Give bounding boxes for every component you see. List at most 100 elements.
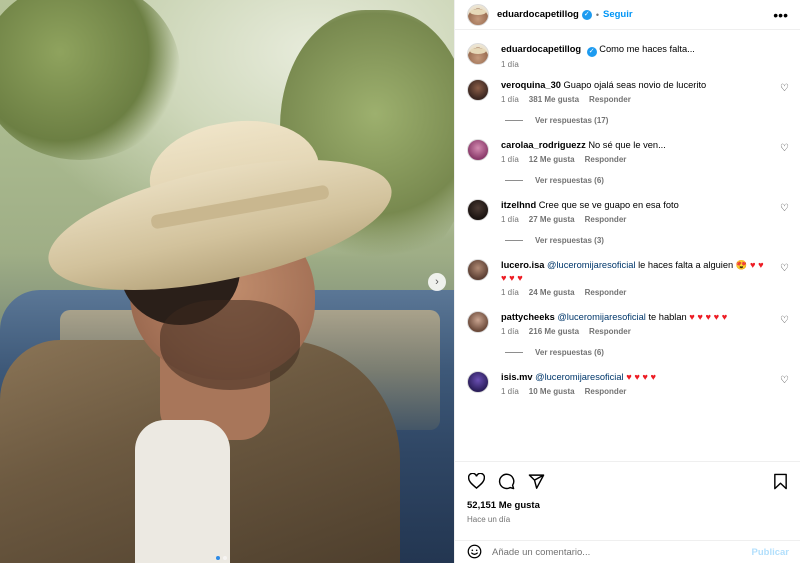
like-heart-icon[interactable] <box>467 472 485 490</box>
comment-time: 1 día <box>501 387 519 396</box>
comment-mention[interactable]: @luceromijaresoficial <box>535 372 624 382</box>
verified-badge-icon: ✓ <box>586 47 597 57</box>
replies-divider <box>505 120 523 121</box>
photo-shirt <box>135 420 230 563</box>
commenter-avatar[interactable] <box>467 79 489 101</box>
likes-count[interactable]: 52,151 Me gusta <box>467 500 789 511</box>
heart-outline-icon[interactable]: ♡ <box>780 263 789 274</box>
author-avatar[interactable] <box>467 3 489 26</box>
commenter-avatar[interactable] <box>467 371 489 393</box>
heart-outline-icon[interactable]: ♡ <box>780 375 789 386</box>
post-photo[interactable]: › <box>0 0 454 563</box>
comment-meta: 1 día 10 Me gusta Responder <box>501 387 771 396</box>
comment-item: lucero.isa @luceromijaresoficial le hace… <box>467 259 789 297</box>
add-comment-bar: Publicar <box>455 540 800 563</box>
comment-body: carolaa_rodriguezz No sé que le ven... 1… <box>501 139 789 164</box>
heart-outline-icon[interactable]: ♡ <box>780 83 789 94</box>
caption-text: Como me haces falta... <box>599 44 695 54</box>
share-send-icon[interactable] <box>527 472 545 490</box>
next-photo-button[interactable]: › <box>428 273 446 291</box>
carousel-dots <box>216 556 227 560</box>
author-username[interactable]: eduardocapetillog <box>497 9 579 20</box>
heart-outline-icon[interactable]: ♡ <box>780 203 789 214</box>
publish-button[interactable]: Publicar <box>752 547 790 558</box>
heart-emoji-icon: ♥ ♥ ♥ ♥ <box>626 372 657 382</box>
reply-button[interactable]: Responder <box>589 327 631 336</box>
replies-divider <box>505 240 523 241</box>
carousel-dot-active <box>216 556 220 560</box>
comment-likes[interactable]: 10 Me gusta <box>529 387 575 396</box>
comment-meta: 1 día 27 Me gusta Responder <box>501 215 771 224</box>
comment-input[interactable] <box>492 546 752 558</box>
comment-item: carolaa_rodriguezz No sé que le ven... 1… <box>467 139 789 164</box>
comment-text-row: veroquina_30 Guapo ojalá seas novio de l… <box>501 79 771 92</box>
commenter-avatar[interactable] <box>467 311 489 333</box>
comment-body: itzelhnd Cree que se ve guapo en esa fot… <box>501 199 789 224</box>
reply-button[interactable]: Responder <box>585 155 627 164</box>
comment-bubble-icon[interactable] <box>497 472 515 490</box>
comment-meta: 1 día 381 Me gusta Responder <box>501 95 771 104</box>
comment-likes[interactable]: 381 Me gusta <box>529 95 579 104</box>
post-caption: eduardocapetillog ✓ Como me haces falta.… <box>467 43 789 69</box>
header-separator: • <box>595 9 599 20</box>
caption-body: eduardocapetillog ✓ Como me haces falta.… <box>501 43 789 69</box>
comment-time: 1 día <box>501 215 519 224</box>
commenter-avatar[interactable] <box>467 259 489 281</box>
comment-username[interactable]: lucero.isa <box>501 260 544 270</box>
reply-button[interactable]: Responder <box>585 215 627 224</box>
commenter-avatar[interactable] <box>467 199 489 221</box>
caption-text-row: eduardocapetillog ✓ Como me haces falta.… <box>501 43 771 57</box>
reply-button[interactable]: Responder <box>585 288 627 297</box>
comment-text: te hablan <box>648 312 687 322</box>
post-header: eduardocapetillog ✓ • Seguir ••• <box>455 0 800 30</box>
comment-text: Cree que se ve guapo en esa foto <box>538 200 679 210</box>
view-replies-label: Ver respuestas (6) <box>535 348 604 357</box>
comments-list[interactable]: eduardocapetillog ✓ Como me haces falta.… <box>455 31 800 460</box>
heart-outline-icon[interactable]: ♡ <box>780 315 789 326</box>
bookmark-icon[interactable] <box>771 472 789 490</box>
comment-likes[interactable]: 216 Me gusta <box>529 327 579 336</box>
comment-likes[interactable]: 27 Me gusta <box>529 215 575 224</box>
comment-mention[interactable]: @luceromijaresoficial <box>547 260 636 270</box>
comment-text-row: itzelhnd Cree que se ve guapo en esa fot… <box>501 199 771 212</box>
comment-likes[interactable]: 12 Me gusta <box>529 155 575 164</box>
commenter-avatar[interactable] <box>467 139 489 161</box>
view-replies-label: Ver respuestas (6) <box>535 176 604 185</box>
comment-username[interactable]: isis.mv <box>501 372 533 382</box>
comment-time: 1 día <box>501 288 519 297</box>
heart-outline-icon[interactable]: ♡ <box>780 143 789 154</box>
chevron-right-icon: › <box>435 276 439 288</box>
emoji-smile-icon[interactable] <box>467 544 482 561</box>
comment-username[interactable]: carolaa_rodriguezz <box>501 140 586 150</box>
caption-time: 1 día <box>501 60 519 69</box>
comment-time: 1 día <box>501 155 519 164</box>
comment-username[interactable]: pattycheeks <box>501 312 555 322</box>
comment-emoji: 😍 <box>735 260 748 270</box>
reply-button[interactable]: Responder <box>585 387 627 396</box>
comment-item: isis.mv @luceromijaresoficial ♥ ♥ ♥ ♥ 1 … <box>467 371 789 396</box>
comment-body: lucero.isa @luceromijaresoficial le hace… <box>501 259 789 297</box>
view-replies-button[interactable]: Ver respuestas (3) <box>505 236 789 245</box>
comment-mention[interactable]: @luceromijaresoficial <box>557 312 646 322</box>
verified-badge-icon: ✓ <box>581 9 592 20</box>
comment-meta: 1 día 216 Me gusta Responder <box>501 327 771 336</box>
follow-button[interactable]: Seguir <box>603 9 633 20</box>
view-replies-label: Ver respuestas (17) <box>535 116 609 125</box>
more-options-icon[interactable]: ••• <box>773 8 788 22</box>
caption-avatar[interactable] <box>467 43 489 65</box>
post-time: Hace un día <box>467 515 511 524</box>
caption-meta: 1 día <box>501 60 771 69</box>
view-replies-button[interactable]: Ver respuestas (17) <box>505 116 789 125</box>
comment-time: 1 día <box>501 327 519 336</box>
comment-body: veroquina_30 Guapo ojalá seas novio de l… <box>501 79 789 104</box>
reply-button[interactable]: Responder <box>589 95 631 104</box>
view-replies-button[interactable]: Ver respuestas (6) <box>505 176 789 185</box>
view-replies-button[interactable]: Ver respuestas (6) <box>505 348 789 357</box>
comment-username[interactable]: veroquina_30 <box>501 80 561 90</box>
comment-likes[interactable]: 24 Me gusta <box>529 288 575 297</box>
comment-username[interactable]: itzelhnd <box>501 200 536 210</box>
comment-text-row: lucero.isa @luceromijaresoficial le hace… <box>501 259 771 285</box>
caption-username[interactable]: eduardocapetillog <box>501 44 581 54</box>
comment-text-row: pattycheeks @luceromijaresoficial te hab… <box>501 311 771 324</box>
comment-meta: 1 día 24 Me gusta Responder <box>501 288 771 297</box>
